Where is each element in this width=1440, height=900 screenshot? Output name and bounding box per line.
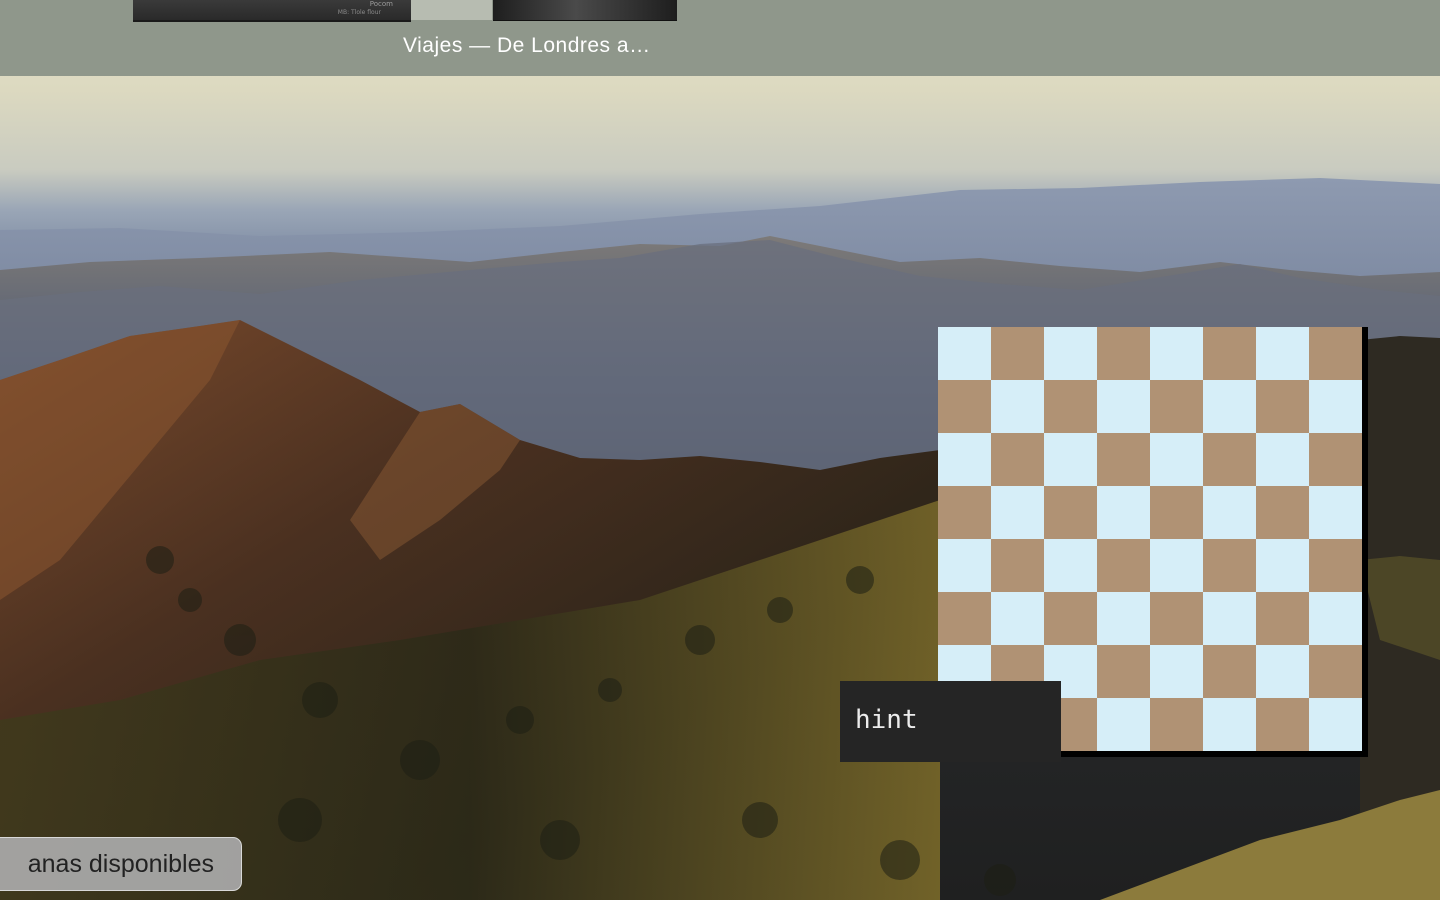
- board-square[interactable]: [1203, 486, 1256, 539]
- board-square[interactable]: [1203, 698, 1256, 751]
- board-square[interactable]: [1256, 433, 1309, 486]
- board-square[interactable]: [1309, 698, 1362, 751]
- space-thumbnail[interactable]: [411, 0, 492, 20]
- board-square[interactable]: [1203, 327, 1256, 380]
- board-square[interactable]: [1150, 433, 1203, 486]
- board-square[interactable]: [1309, 380, 1362, 433]
- board-square[interactable]: [1150, 645, 1203, 698]
- board-square[interactable]: [938, 486, 991, 539]
- board-square[interactable]: [1309, 486, 1362, 539]
- board-square[interactable]: [1203, 645, 1256, 698]
- board-square[interactable]: [1256, 592, 1309, 645]
- board-square[interactable]: [1256, 539, 1309, 592]
- board-square[interactable]: [1097, 327, 1150, 380]
- board-square[interactable]: [1150, 327, 1203, 380]
- board-square[interactable]: [938, 592, 991, 645]
- board-square[interactable]: [1097, 698, 1150, 751]
- board-square[interactable]: [938, 433, 991, 486]
- board-square[interactable]: [991, 433, 1044, 486]
- thumbnail-text: MB: Tlole flour: [337, 9, 381, 16]
- available-windows-button[interactable]: anas disponibles: [0, 837, 242, 891]
- board-square[interactable]: [938, 327, 991, 380]
- board-square[interactable]: [1203, 539, 1256, 592]
- board-square[interactable]: [938, 380, 991, 433]
- board-square[interactable]: [991, 592, 1044, 645]
- board-square[interactable]: [991, 486, 1044, 539]
- board-square[interactable]: [1256, 698, 1309, 751]
- board-square[interactable]: [1097, 380, 1150, 433]
- board-square[interactable]: [1150, 380, 1203, 433]
- board-square[interactable]: [1203, 380, 1256, 433]
- board-square[interactable]: [991, 327, 1044, 380]
- space-thumbnail[interactable]: Pocom MB: Tlole flour: [133, 0, 411, 22]
- hint-tooltip: hint: [840, 681, 1061, 762]
- spaces-bar: Pocom MB: Tlole flour Viajes — De Londre…: [0, 0, 1440, 76]
- board-square[interactable]: [1097, 592, 1150, 645]
- board-square[interactable]: [1309, 592, 1362, 645]
- board-square[interactable]: [1256, 380, 1309, 433]
- board-square[interactable]: [938, 539, 991, 592]
- space-thumbnail[interactable]: [493, 0, 677, 21]
- board-square[interactable]: [1097, 486, 1150, 539]
- board-square[interactable]: [1044, 486, 1097, 539]
- board-square[interactable]: [991, 539, 1044, 592]
- board-square[interactable]: [1256, 327, 1309, 380]
- board-square[interactable]: [1150, 698, 1203, 751]
- board-square[interactable]: [1150, 486, 1203, 539]
- board-square[interactable]: [1309, 433, 1362, 486]
- board-square[interactable]: [1309, 327, 1362, 380]
- board-square[interactable]: [1097, 433, 1150, 486]
- available-windows-label: anas disponibles: [27, 850, 214, 878]
- board-square[interactable]: [1203, 592, 1256, 645]
- board-square[interactable]: [1256, 486, 1309, 539]
- board-square[interactable]: [1203, 433, 1256, 486]
- space-label[interactable]: Viajes — De Londres a…: [403, 34, 677, 58]
- board-square[interactable]: [1150, 592, 1203, 645]
- board-square[interactable]: [1044, 592, 1097, 645]
- board-square[interactable]: [1150, 539, 1203, 592]
- board-square[interactable]: [1044, 327, 1097, 380]
- board-square[interactable]: [1044, 539, 1097, 592]
- desktop: Pocom MB: Tlole flour Viajes — De Londre…: [0, 0, 1440, 900]
- board-square[interactable]: [1309, 539, 1362, 592]
- board-square[interactable]: [1044, 433, 1097, 486]
- board-square[interactable]: [1097, 539, 1150, 592]
- board-square[interactable]: [1309, 645, 1362, 698]
- board-square[interactable]: [1256, 645, 1309, 698]
- board-square[interactable]: [991, 380, 1044, 433]
- board-square[interactable]: [1044, 380, 1097, 433]
- hint-text: hint: [855, 705, 918, 735]
- board-square[interactable]: [1097, 645, 1150, 698]
- thumbnail-text: Pocom: [369, 0, 393, 8]
